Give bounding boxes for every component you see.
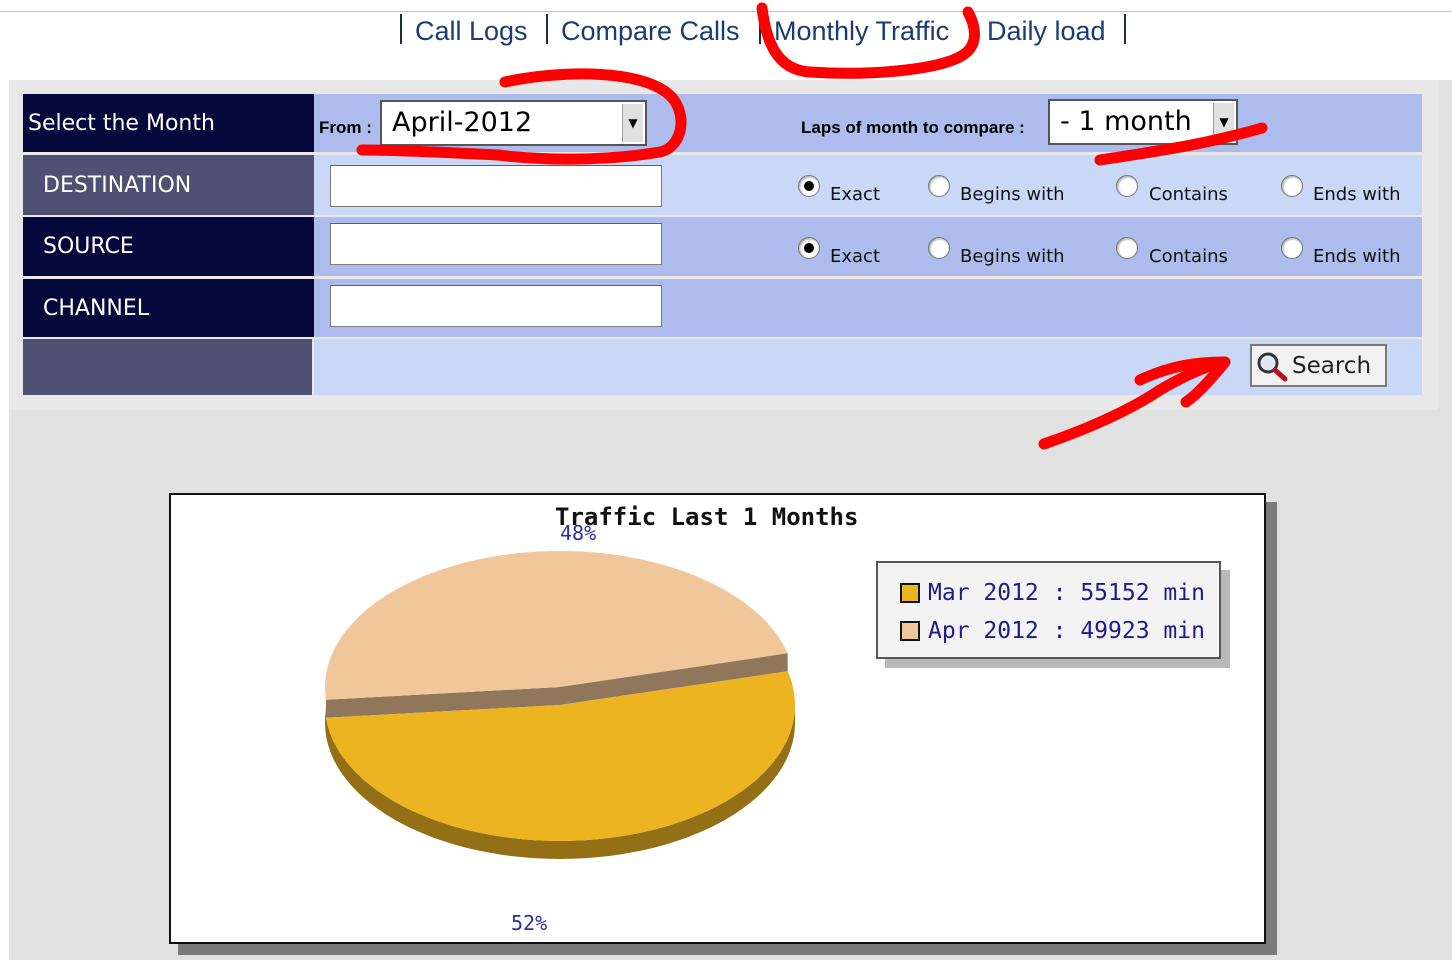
legend-swatch-apr — [900, 621, 920, 641]
legend-text-apr: Apr 2012 : 49923 min — [928, 618, 1205, 644]
chart-legend: Mar 2012 : 55152 min Apr 2012 : 49923 mi… — [876, 561, 1221, 659]
legend-item: Mar 2012 : 55152 min — [900, 578, 1205, 608]
legend-item: Apr 2012 : 49923 min — [900, 616, 1205, 646]
chart-title: Traffic Last 1 Months — [555, 503, 859, 531]
pie-chart — [325, 551, 795, 859]
pie-percent-label-mar: 52% — [511, 911, 548, 935]
legend-swatch-mar — [900, 583, 920, 603]
pie-percent-label-apr: 48% — [560, 521, 597, 545]
legend-text-mar: Mar 2012 : 55152 min — [928, 580, 1205, 606]
